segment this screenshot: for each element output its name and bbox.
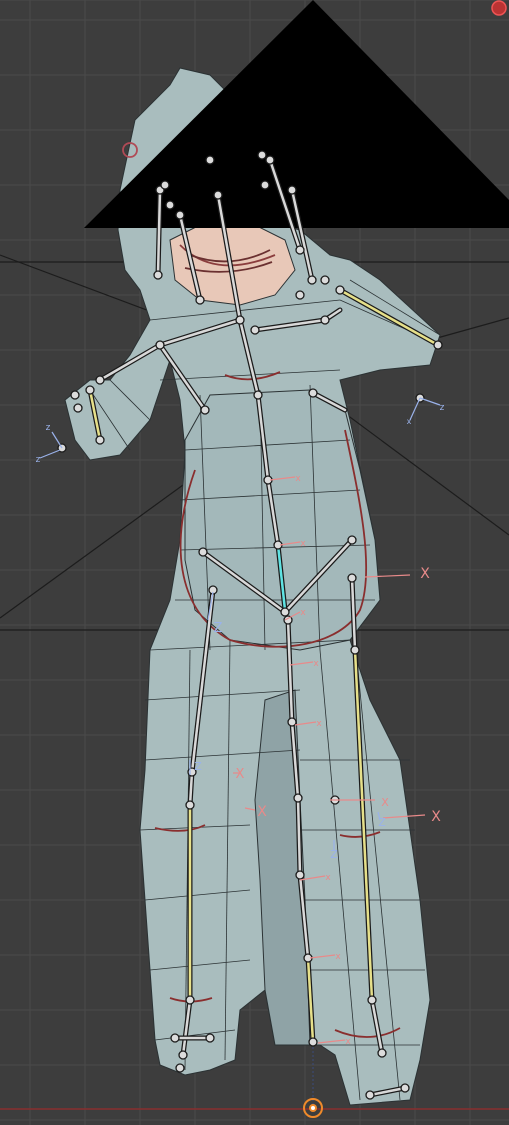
bone-joint[interactable] xyxy=(293,793,303,803)
bone-joint[interactable] xyxy=(185,995,195,1005)
x-axis-label: X xyxy=(420,566,430,582)
bone-joint[interactable] xyxy=(200,405,210,415)
bone-joint[interactable] xyxy=(235,315,245,325)
bone-joint[interactable] xyxy=(367,995,377,1005)
bone-joint[interactable] xyxy=(195,295,205,305)
bone-joint[interactable] xyxy=(153,270,163,280)
bone-joint[interactable] xyxy=(347,573,357,583)
bone-joint[interactable] xyxy=(320,275,330,285)
3d-cursor-icon[interactable] xyxy=(303,1098,323,1118)
bone-joint[interactable] xyxy=(175,1063,185,1073)
3d-viewport[interactable]: X X X X Xx x x x x x x x Z Z Z Zz z z x xyxy=(0,0,509,1125)
x-axis-label: X xyxy=(257,804,267,820)
bone-joint[interactable] xyxy=(347,535,357,545)
bone-joint[interactable] xyxy=(320,315,330,325)
bone-joint[interactable] xyxy=(377,1048,387,1058)
x-axis-label: x xyxy=(313,659,319,669)
bone-joint[interactable] xyxy=(85,385,95,395)
bone-joint[interactable] xyxy=(95,375,105,385)
bone-joint[interactable] xyxy=(280,607,290,617)
bone-joint[interactable] xyxy=(73,403,83,413)
bone-joint[interactable] xyxy=(287,185,297,195)
z-axis-label: Z xyxy=(194,760,202,773)
viewport-canvas[interactable]: X X X X Xx x x x x x x x Z Z Z Zz z z x xyxy=(0,0,509,1125)
bone-joint[interactable] xyxy=(295,245,305,255)
bone-joint[interactable] xyxy=(257,150,267,160)
x-axis-label: x xyxy=(295,474,301,484)
bone-joint[interactable] xyxy=(198,547,208,557)
x-axis-label: x xyxy=(300,608,306,618)
bone-joint[interactable] xyxy=(205,1033,215,1043)
bone-joint[interactable] xyxy=(350,645,360,655)
bone-joint[interactable] xyxy=(295,290,305,300)
x-axis-label: x xyxy=(316,719,322,729)
bone-joint[interactable] xyxy=(250,325,260,335)
x-axis-label: x xyxy=(325,873,331,883)
navigation-gizmo-icon[interactable] xyxy=(491,0,507,16)
bone-joint[interactable] xyxy=(308,1037,318,1047)
bone-joint[interactable] xyxy=(400,1083,410,1093)
z-axis-label: z xyxy=(36,455,41,465)
z-axis-label: z xyxy=(46,423,51,433)
x-axis-label: X xyxy=(431,809,441,825)
bone-joint[interactable] xyxy=(95,435,105,445)
bone-joint[interactable] xyxy=(178,1050,188,1060)
bone-joint[interactable] xyxy=(260,180,270,190)
bone-joint[interactable] xyxy=(175,210,185,220)
bone-joint[interactable] xyxy=(160,180,170,190)
z-axis-label: z xyxy=(440,403,445,413)
z-axis-helper xyxy=(51,431,63,449)
bone-joint[interactable] xyxy=(170,1033,180,1043)
bone-joint[interactable] xyxy=(365,1090,375,1100)
bone-joint[interactable] xyxy=(155,340,165,350)
z-axis-helper xyxy=(39,449,61,459)
x-axis-label: x xyxy=(345,1037,351,1047)
bone-joint[interactable] xyxy=(253,390,263,400)
z-axis-label: Z xyxy=(214,621,223,636)
bone-joint[interactable] xyxy=(185,800,195,810)
z-axis-label: x xyxy=(407,417,412,426)
bone-joint[interactable] xyxy=(213,190,223,200)
bone-joint[interactable] xyxy=(308,388,318,398)
x-axis-label: X xyxy=(236,767,245,782)
bone-joint[interactable] xyxy=(165,200,175,210)
z-axis-label: Z xyxy=(330,848,338,861)
x-axis-label: x xyxy=(335,952,341,962)
bone-joint[interactable] xyxy=(335,285,345,295)
bone-joint[interactable] xyxy=(205,155,215,165)
bone-joint[interactable] xyxy=(70,390,80,400)
bone-joint[interactable] xyxy=(307,275,317,285)
bone-joint[interactable] xyxy=(287,717,297,727)
bone-joint[interactable] xyxy=(295,870,305,880)
x-axis-label: X xyxy=(381,796,389,809)
x-axis-label: x xyxy=(300,539,306,549)
bone-joint[interactable] xyxy=(265,155,275,165)
z-axis-label: Z xyxy=(378,816,386,829)
bone-joint[interactable] xyxy=(433,340,443,350)
